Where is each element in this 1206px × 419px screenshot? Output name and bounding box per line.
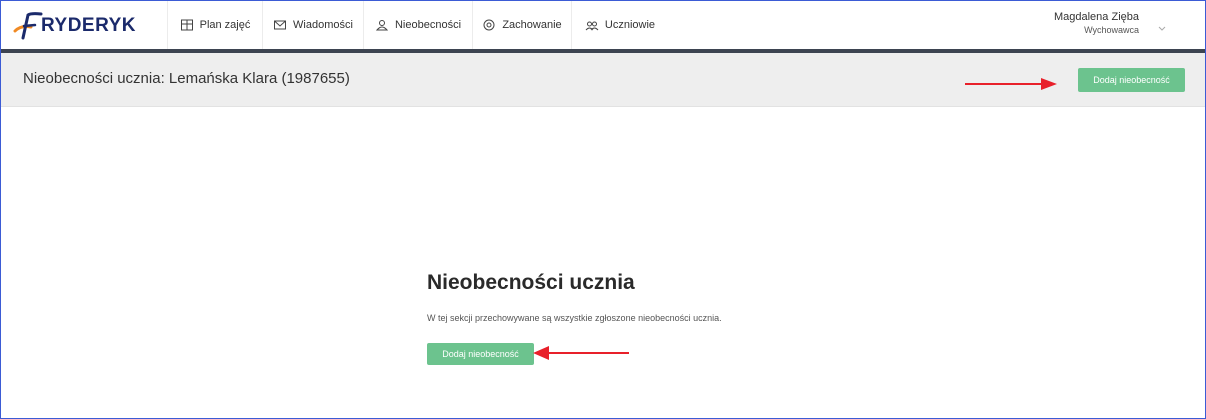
user-menu[interactable]: Magdalena Zięba Wychowawca	[1054, 10, 1139, 36]
nav-label-uczniowie: Uczniowie	[604, 19, 656, 31]
logo-f-icon	[13, 12, 43, 40]
nav-item-wiadomosci[interactable]: Wiadomości	[262, 1, 363, 49]
main-nav: Plan zajęć Wiadomości Nieobecności Zacho…	[167, 1, 668, 49]
app-window: RYDERYK Plan zajęć Wiadomości Nieobecnoś…	[0, 0, 1206, 419]
empty-state: Nieobecności ucznia W tej sekcji przecho…	[427, 269, 847, 365]
red-arrow-annotation-left	[533, 346, 629, 360]
nav-label-zachowanie: Zachowanie	[502, 19, 562, 31]
nav-item-uczniowie[interactable]: Uczniowie	[571, 1, 668, 49]
envelope-icon	[273, 18, 287, 32]
nav-label-plan-zajec: Plan zajęć	[199, 19, 251, 31]
page-title: Nieobecności ucznia: Lemańska Klara (198…	[23, 70, 350, 87]
logo[interactable]: RYDERYK	[13, 11, 136, 41]
add-absence-button[interactable]: Dodaj nieobecność	[427, 343, 534, 365]
nav-item-zachowanie[interactable]: Zachowanie	[472, 1, 571, 49]
empty-state-description: W tej sekcji przechowywane są wszystkie …	[427, 313, 722, 323]
chevron-down-icon[interactable]	[1157, 25, 1167, 33]
add-absence-button-header[interactable]: Dodaj nieobecność	[1078, 68, 1185, 92]
top-navigation-bar: RYDERYK Plan zajęć Wiadomości Nieobecnoś…	[1, 1, 1205, 50]
nav-item-nieobecnosci[interactable]: Nieobecności	[363, 1, 472, 49]
smile-icon	[482, 18, 496, 32]
logo-text: RYDERYK	[41, 15, 136, 36]
page-header: Nieobecności ucznia: Lemańska Klara (198…	[1, 53, 1205, 107]
group-icon	[585, 18, 599, 32]
user-role: Wychowawca	[1084, 25, 1139, 35]
empty-state-title: Nieobecności ucznia	[427, 271, 635, 294]
calendar-grid-icon	[180, 18, 194, 32]
person-icon	[375, 18, 389, 32]
nav-label-wiadomosci: Wiadomości	[293, 19, 353, 31]
nav-label-nieobecnosci: Nieobecności	[394, 19, 462, 31]
nav-item-plan-zajec[interactable]: Plan zajęć	[167, 1, 262, 49]
red-arrow-annotation-right	[965, 78, 1057, 90]
user-name: Magdalena Zięba	[1053, 11, 1139, 23]
